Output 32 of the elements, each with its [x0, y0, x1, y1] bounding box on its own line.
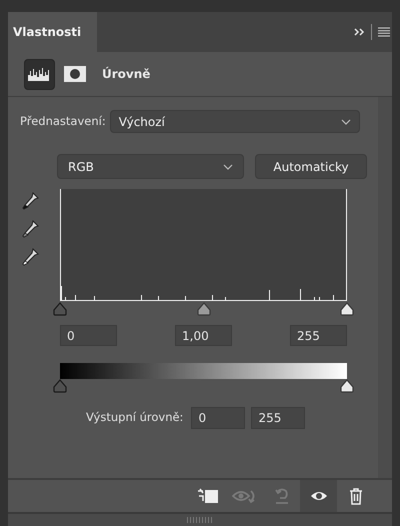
toolbar-button[interactable] — [300, 480, 337, 512]
menu-icon[interactable] — [378, 27, 390, 37]
input-level-field[interactable]: 0 — [60, 325, 117, 346]
trash-icon — [348, 488, 362, 504]
slider-thumb[interactable] — [339, 302, 355, 316]
preset-dropdown[interactable]: Výchozí — [110, 110, 360, 133]
collapse-icon[interactable] — [354, 28, 365, 36]
auto-button[interactable]: Automaticky — [255, 154, 367, 179]
slider-thumb[interactable] — [196, 302, 212, 316]
panel-tab[interactable]: Vlastnosti — [8, 12, 97, 52]
output-levels-label: Výstupní úrovně: — [86, 409, 184, 426]
eye-arrow-icon — [232, 488, 258, 504]
output-level-field[interactable]: 0 — [191, 407, 246, 429]
input-level-field[interactable]: 255 — [290, 325, 347, 346]
levels-icon[interactable] — [24, 58, 55, 90]
preset-label: Přednastavení: — [20, 112, 106, 130]
output-levels-slider[interactable] — [52, 363, 355, 395]
channel-dropdown[interactable]: RGB — [57, 154, 244, 179]
scrollbar-track[interactable] — [378, 97, 392, 478]
chevron-down-icon — [223, 164, 233, 170]
input-levels-slider[interactable] — [52, 302, 355, 318]
output-level-field[interactable]: 255 — [251, 407, 306, 429]
slider-thumb[interactable] — [52, 379, 68, 393]
input-level-field[interactable]: 1,00 — [175, 325, 232, 346]
chevron-down-icon — [340, 118, 351, 124]
eye-icon — [310, 489, 328, 503]
reset-icon — [272, 487, 290, 505]
panel-title: Úrovně — [102, 66, 150, 83]
clip-layer-icon — [196, 488, 218, 504]
slider-thumb[interactable] — [52, 302, 68, 316]
slider-thumb[interactable] — [339, 379, 355, 393]
resize-grip[interactable] — [187, 517, 213, 523]
